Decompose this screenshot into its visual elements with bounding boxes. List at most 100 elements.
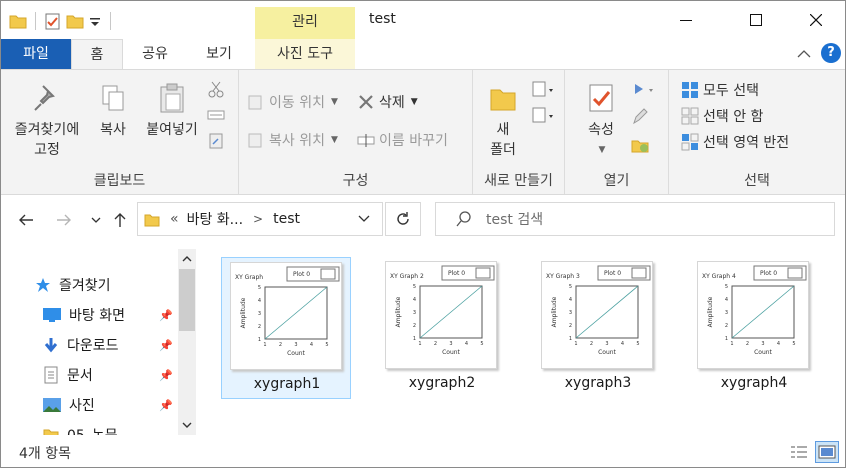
back-button[interactable] — [15, 208, 37, 232]
search-placeholder: test 검색 — [486, 212, 544, 228]
invert-selection-button[interactable]: 선택 영역 반전 — [681, 132, 789, 152]
paste-button[interactable]: 붙여넣기 — [141, 82, 203, 140]
legend-swatch — [320, 268, 336, 280]
new-folder-icon[interactable] — [66, 12, 84, 30]
large-icons-view-button[interactable] — [815, 441, 839, 463]
select-all-button[interactable]: 모두 선택 — [681, 80, 759, 100]
legend-swatch — [631, 267, 647, 279]
new-item-icon[interactable] — [531, 80, 557, 98]
nav-folder-05[interactable]: 05_논문 — [43, 422, 193, 435]
tab-share[interactable]: 공유 — [127, 39, 183, 69]
nav-quick-access[interactable]: 즐겨찾기 — [35, 272, 185, 298]
paste-shortcut-icon[interactable] — [207, 132, 225, 150]
scroll-up-icon[interactable] — [178, 251, 196, 267]
x-tick-label: 4 — [621, 341, 624, 347]
refresh-button[interactable] — [385, 202, 421, 236]
scroll-down-icon[interactable] — [178, 417, 196, 433]
file-item[interactable]: XY Graph Plot 0 5 4 3 2 1 1 2 3 4 5 Count Amplitude xy… — [221, 257, 351, 399]
search-box[interactable]: test 검색 — [435, 202, 835, 236]
file-item[interactable]: XY Graph 3 Plot 0 5 4 3 2 1 1 2 3 4 5 Count Amplitude… — [533, 257, 663, 399]
select-all-icon — [682, 82, 698, 98]
select-none-button[interactable]: 선택 안 함 — [681, 106, 763, 126]
document-icon — [44, 366, 58, 384]
legend-label: Plot 0 — [448, 270, 465, 277]
cut-icon[interactable] — [207, 80, 225, 98]
file-name: xygraph1 — [253, 376, 321, 392]
navigation-bar: « 바탕 화... > test test 검색 — [1, 196, 845, 246]
x-tick-label: 4 — [777, 341, 780, 347]
tab-home[interactable]: 홈 — [71, 39, 123, 69]
nav-scrollbar[interactable] — [178, 249, 196, 435]
minimize-icon — [680, 20, 692, 21]
close-button[interactable] — [793, 1, 839, 39]
up-button[interactable] — [109, 208, 131, 232]
arrow-left-icon — [19, 214, 33, 226]
properties-button[interactable]: 속성 ▼ — [579, 82, 623, 160]
explorer-window: 관리 test 파일 홈 공유 보기 사진 도구 ? 즐겨찾기에 고정 복사 붙… — [0, 0, 846, 468]
edit-icon[interactable] — [631, 108, 649, 126]
x-tick-label: 3 — [761, 341, 764, 347]
history-icon[interactable] — [631, 136, 649, 154]
minimize-button[interactable] — [663, 1, 709, 39]
pin-icon: 📌 — [159, 369, 173, 382]
y-tick-label: 3 — [725, 310, 728, 316]
tab-file[interactable]: 파일 — [1, 39, 71, 69]
select-none-icon — [681, 107, 699, 125]
breadcrumb-test[interactable]: test — [273, 211, 300, 227]
chevron-up-icon — [797, 50, 811, 58]
x-tick-label: 2 — [434, 341, 437, 347]
item-count: 4개 항목 — [19, 446, 71, 462]
scrollbar-thumb[interactable] — [179, 269, 195, 331]
tab-view[interactable]: 보기 — [189, 39, 249, 69]
easy-access-icon[interactable] — [531, 106, 557, 124]
file-name: xygraph3 — [564, 375, 632, 391]
properties-icon[interactable] — [44, 12, 62, 30]
copy-button[interactable]: 복사 — [93, 82, 133, 140]
maximize-button[interactable] — [733, 1, 779, 39]
help-icon[interactable]: ? — [821, 43, 841, 63]
rename-button[interactable]: 이름 바꾸기 — [357, 130, 448, 150]
customize-qat-icon[interactable] — [88, 12, 102, 30]
open-group: 속성 ▼ 열기 — [565, 70, 669, 194]
breadcrumb-separator-icon[interactable]: > — [253, 212, 263, 226]
open-icon[interactable] — [631, 80, 657, 98]
file-item[interactable]: XY Graph 4 Plot 0 5 4 3 2 1 1 2 3 4 5 Count Amplitude… — [689, 257, 819, 399]
y-tick-label: 2 — [258, 324, 261, 330]
y-tick-label: 3 — [569, 310, 572, 316]
x-tick-label: 3 — [294, 342, 297, 348]
pin-icon — [34, 85, 55, 111]
invert-selection-icon — [681, 133, 699, 151]
y-tick-label: 5 — [569, 284, 572, 290]
xy-graph-thumbnail: XY Graph Plot 0 5 4 3 2 11 2 3 4 5 Count Amplitude — [235, 266, 340, 357]
delete-button[interactable]: 삭제 ▼ — [357, 92, 418, 112]
download-icon — [44, 338, 58, 353]
address-bar[interactable]: « 바탕 화... > test — [137, 202, 383, 236]
y-tick-label: 1 — [258, 337, 261, 343]
details-view-button[interactable] — [787, 441, 811, 463]
x-axis-label: Count — [754, 349, 772, 356]
file-item[interactable]: XY Graph 2 Plot 0 5 4 3 2 1 1 2 3 4 5 Count Amplitude… — [377, 257, 507, 399]
chevron-down-icon[interactable] — [358, 215, 370, 223]
new-folder-button[interactable]: 새 폴더 — [481, 82, 525, 160]
overflow-crumb[interactable]: « — [170, 211, 179, 227]
x-tick-label: 4 — [465, 341, 468, 347]
forward-button[interactable] — [53, 208, 75, 232]
legend-label: Plot 0 — [760, 270, 777, 277]
legend-label: Plot 0 — [604, 270, 621, 277]
move-to-button[interactable]: 이동 위치 ▼ — [247, 92, 338, 112]
tab-picture-tools[interactable]: 사진 도구 — [255, 39, 355, 69]
recent-locations-button[interactable] — [85, 208, 107, 232]
copy-icon — [102, 85, 124, 111]
context-tab-manage[interactable]: 관리 — [255, 7, 355, 39]
x-tick-label: 5 — [792, 341, 795, 347]
collapse-ribbon-button[interactable] — [797, 47, 811, 63]
graph-title: XY Graph 3 — [546, 273, 580, 280]
copy-path-icon[interactable] — [207, 106, 225, 124]
x-tick-label: 2 — [279, 342, 282, 348]
copy-to-button[interactable]: 복사 위치 ▼ — [247, 130, 338, 150]
pin-to-quick-access-button[interactable]: 즐겨찾기에 고정 — [7, 82, 87, 160]
y-axis-label: Amplitude — [707, 296, 714, 327]
y-axis-label: Amplitude — [551, 296, 558, 327]
breadcrumb-desktop[interactable]: 바탕 화... — [187, 209, 243, 229]
x-tick-label: 4 — [310, 342, 313, 348]
